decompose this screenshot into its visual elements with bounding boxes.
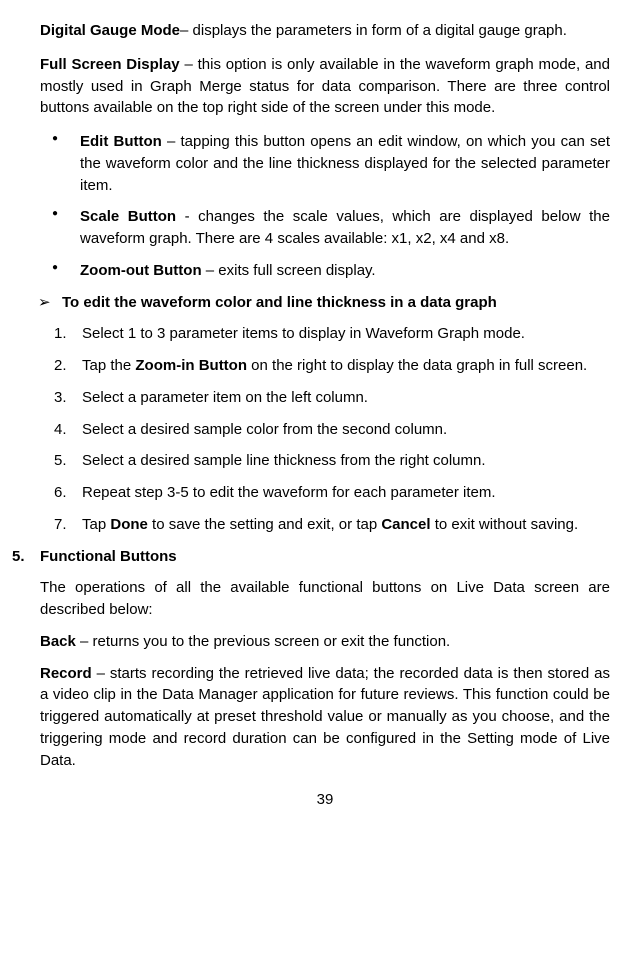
bullet-item: Scale Button - changes the scale values,…: [80, 206, 610, 250]
term-edit-button: Edit Button: [80, 133, 162, 150]
step-item: Repeat step 3-5 to edit the waveform for…: [82, 482, 610, 504]
term-back: Back: [40, 633, 76, 650]
step-item: Tap Done to save the setting and exit, o…: [82, 514, 610, 536]
step-bold: Zoom-in Button: [135, 357, 247, 374]
step-text: Select a desired sample color from the s…: [82, 421, 447, 438]
step-bold: Cancel: [381, 516, 430, 533]
section-title-text: Functional Buttons: [40, 548, 177, 565]
step-text: on the right to display the data graph i…: [247, 357, 587, 374]
paragraph-record: Record – starts recording the retrieved …: [40, 663, 610, 772]
page-number: 39: [40, 789, 610, 811]
paragraph-digital-gauge: Digital Gauge Mode– displays the paramet…: [40, 20, 610, 42]
desc-record: – starts recording the retrieved live da…: [40, 665, 610, 769]
section-number: 5.: [12, 546, 25, 568]
section-heading: 5.Functional Buttons: [40, 546, 610, 568]
term-scale-button: Scale Button: [80, 208, 176, 225]
step-text: to exit without saving.: [431, 516, 579, 533]
step-text: Select a desired sample line thickness f…: [82, 452, 486, 469]
step-text: Tap: [82, 516, 110, 533]
step-item: Tap the Zoom-in Button on the right to d…: [82, 355, 610, 377]
bullet-item: Edit Button – tapping this button opens …: [80, 131, 610, 196]
numbered-steps: Select 1 to 3 parameter items to display…: [40, 323, 610, 535]
procedure-heading: To edit the waveform color and line thic…: [40, 292, 610, 314]
paragraph-back: Back – returns you to the previous scree…: [40, 631, 610, 653]
procedure-title: To edit the waveform color and line thic…: [62, 294, 497, 311]
step-text: Tap the: [82, 357, 135, 374]
paragraph-full-screen: Full Screen Display – this option is onl…: [40, 54, 610, 119]
functional-buttons-intro: The operations of all the available func…: [40, 577, 610, 621]
desc-digital-gauge: – displays the parameters in form of a d…: [180, 22, 567, 39]
step-item: Select a desired sample color from the s…: [82, 419, 610, 441]
desc-zoomout-button: – exits full screen display.: [202, 262, 376, 279]
bullet-list-controls: Edit Button – tapping this button opens …: [40, 131, 610, 282]
step-text: Repeat step 3-5 to edit the waveform for…: [82, 484, 496, 501]
step-text: Select 1 to 3 parameter items to display…: [82, 325, 525, 342]
step-text: to save the setting and exit, or tap: [148, 516, 381, 533]
term-zoomout-button: Zoom-out Button: [80, 262, 202, 279]
step-bold: Done: [110, 516, 148, 533]
step-text: Select a parameter item on the left colu…: [82, 389, 368, 406]
desc-back: – returns you to the previous screen or …: [76, 633, 450, 650]
term-digital-gauge: Digital Gauge Mode: [40, 22, 180, 39]
term-full-screen: Full Screen Display: [40, 56, 180, 73]
step-item: Select a desired sample line thickness f…: [82, 450, 610, 472]
step-item: Select a parameter item on the left colu…: [82, 387, 610, 409]
term-record: Record: [40, 665, 92, 682]
step-item: Select 1 to 3 parameter items to display…: [82, 323, 610, 345]
bullet-item: Zoom-out Button – exits full screen disp…: [80, 260, 610, 282]
